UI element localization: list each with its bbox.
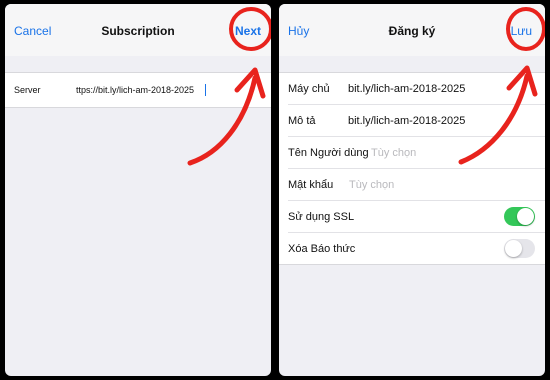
server-row[interactable]: Server ttps://bit.ly/lich-am-2018-2025: [14, 73, 271, 107]
subscription-form: Máy chủ bit.ly/lich-am-2018-2025 Mô tả b…: [279, 72, 545, 265]
ssl-label: Sử dụng SSL: [288, 210, 355, 223]
nav-title: Đăng ký: [388, 24, 436, 38]
remove-alarms-label: Xóa Báo thức: [288, 242, 356, 255]
subscription-panel-vietnamese: Hủy Đăng ký Lưu Máy chủ bit.ly/lich-am-2…: [279, 4, 545, 376]
subscription-form: Server ttps://bit.ly/lich-am-2018-2025: [5, 72, 271, 108]
ssl-row: Sử dụng SSL: [288, 201, 545, 233]
remove-alarms-row: Xóa Báo thức: [288, 233, 545, 264]
server-label: Máy chủ: [288, 82, 330, 95]
username-input[interactable]: [371, 146, 491, 159]
description-row[interactable]: Mô tả bit.ly/lich-am-2018-2025: [288, 105, 545, 137]
next-button[interactable]: Next: [235, 24, 261, 38]
username-label: Tên Người dùng: [288, 146, 369, 159]
toggle-knob: [517, 208, 534, 225]
save-button[interactable]: Lưu: [511, 24, 532, 38]
toggle-knob: [505, 240, 522, 257]
nav-bar: Hủy Đăng ký Lưu: [279, 4, 545, 56]
cancel-button[interactable]: Cancel: [14, 24, 51, 38]
server-input[interactable]: ttps://bit.ly/lich-am-2018-2025: [76, 85, 204, 95]
ssl-toggle[interactable]: [504, 207, 535, 226]
nav-bar: Cancel Subscription Next: [5, 4, 271, 56]
cancel-button[interactable]: Hủy: [288, 24, 309, 38]
password-input[interactable]: [349, 178, 469, 191]
password-row[interactable]: Mật khẩu: [288, 169, 545, 201]
server-label: Server: [14, 85, 41, 95]
server-input[interactable]: bit.ly/lich-am-2018-2025: [348, 83, 465, 95]
text-cursor: [205, 84, 206, 96]
remove-alarms-toggle[interactable]: [504, 239, 535, 258]
description-label: Mô tả: [288, 114, 316, 127]
username-row[interactable]: Tên Người dùng: [288, 137, 545, 169]
description-input[interactable]: bit.ly/lich-am-2018-2025: [348, 115, 465, 127]
server-row[interactable]: Máy chủ bit.ly/lich-am-2018-2025: [288, 73, 545, 105]
subscription-panel-english: Cancel Subscription Next Server ttps://b…: [5, 4, 271, 376]
password-label: Mật khẩu: [288, 178, 334, 191]
